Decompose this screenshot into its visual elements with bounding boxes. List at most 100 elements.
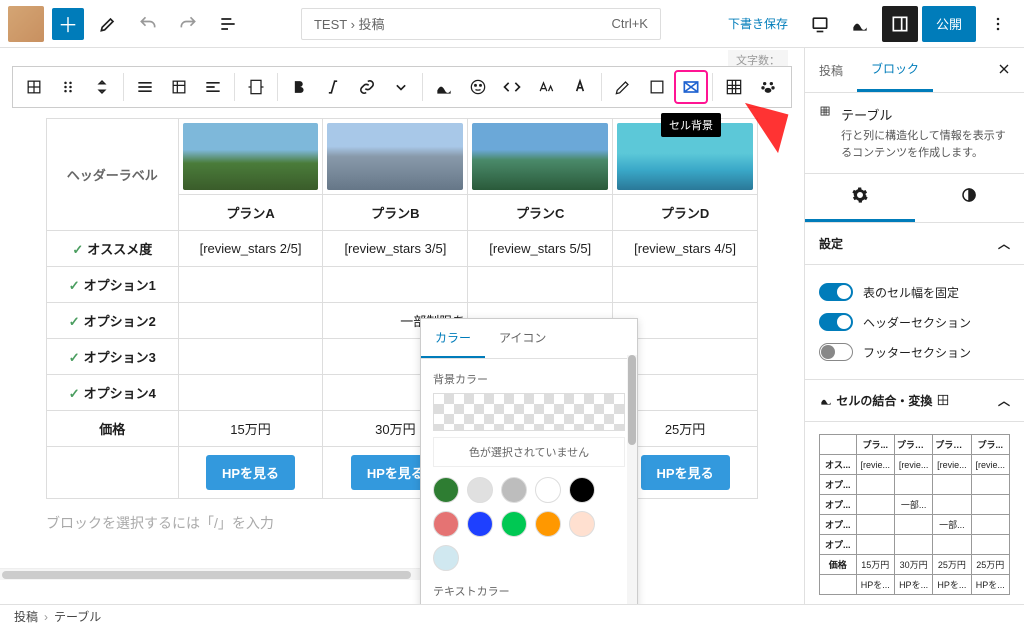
color-swatch[interactable]: [569, 511, 595, 537]
save-draft-button[interactable]: 下書き保存: [718, 9, 798, 38]
table-cell[interactable]: HPを見る: [178, 447, 323, 499]
table-cell[interactable]: 15万円: [178, 411, 323, 447]
popover-scrollbar[interactable]: [627, 355, 637, 604]
table-cell[interactable]: [review_stars 3/5]: [323, 231, 468, 267]
row-header[interactable]: ✓オプション2: [47, 303, 179, 339]
table-cell[interactable]: [178, 339, 323, 375]
bold-icon[interactable]: [282, 70, 316, 104]
edit-icon[interactable]: [92, 8, 124, 40]
sidebar-close-icon[interactable]: [992, 57, 1016, 84]
table-cell[interactable]: [178, 375, 323, 411]
sidebar-subtab-styles[interactable]: [915, 174, 1024, 222]
toggle-fixed-width[interactable]: [819, 283, 853, 301]
plan-name[interactable]: プランB: [323, 195, 468, 231]
table-cell[interactable]: [613, 267, 758, 303]
text-align-icon[interactable]: [196, 70, 230, 104]
plan-name[interactable]: プランD: [613, 195, 758, 231]
cta-button[interactable]: HPを見る: [641, 455, 730, 490]
sidebar-subtab-settings[interactable]: [805, 174, 915, 222]
more-menu-icon[interactable]: [980, 6, 1016, 42]
row-header[interactable]: ✓オプション1: [47, 267, 179, 303]
color-swatch[interactable]: [467, 477, 493, 503]
color-swatch[interactable]: [501, 477, 527, 503]
color-swatch[interactable]: [535, 477, 561, 503]
row-header[interactable]: ✓オプション3: [47, 339, 179, 375]
color-swatch[interactable]: [433, 545, 459, 571]
plan-name[interactable]: プランC: [468, 195, 613, 231]
block-description: 行と列に構造化して情報を表示するコンテンツを作成します。: [841, 128, 1010, 161]
popover-tab-color[interactable]: カラー: [421, 319, 485, 358]
emoji-icon[interactable]: [461, 70, 495, 104]
align-icon[interactable]: [128, 70, 162, 104]
color-swatch[interactable]: [467, 511, 493, 537]
breadcrumb-item[interactable]: テーブル: [54, 608, 101, 625]
move-arrows-icon[interactable]: [85, 70, 119, 104]
italic-icon[interactable]: [316, 70, 350, 104]
plan-image-a[interactable]: [178, 119, 323, 195]
text-color-icon[interactable]: [563, 70, 597, 104]
font-size-icon[interactable]: [529, 70, 563, 104]
breadcrumb-item[interactable]: 投稿: [14, 608, 38, 625]
color-swatch[interactable]: [569, 477, 595, 503]
border-icon[interactable]: [640, 70, 674, 104]
no-color-note: 色が選択されていません: [433, 437, 625, 467]
toggle-header-section[interactable]: [819, 313, 853, 331]
toggle-label: 表のセル幅を固定: [863, 284, 959, 301]
table-cell[interactable]: [47, 447, 179, 499]
color-swatch[interactable]: [433, 511, 459, 537]
toggle-footer-section[interactable]: [819, 343, 853, 361]
color-swatches: [433, 477, 625, 571]
undo-icon[interactable]: [132, 8, 164, 40]
table-grid-icon[interactable]: [717, 70, 751, 104]
plan-image-c[interactable]: [468, 119, 613, 195]
code-icon[interactable]: [495, 70, 529, 104]
table-cell[interactable]: [178, 303, 323, 339]
site-avatar[interactable]: [8, 6, 44, 42]
publish-button[interactable]: 公開: [922, 6, 976, 42]
swell-icon[interactable]: [842, 6, 878, 42]
sidebar-tab-block[interactable]: ブロック: [857, 48, 933, 92]
block-title: テーブル: [841, 105, 1010, 124]
header-label-cell[interactable]: ヘッダーラベル: [47, 119, 179, 231]
row-header[interactable]: 価格: [47, 411, 179, 447]
drag-handle-icon[interactable]: [51, 70, 85, 104]
table-cell[interactable]: [review_stars 5/5]: [468, 231, 613, 267]
add-block-button[interactable]: ＋: [52, 8, 84, 40]
bg-color-preview[interactable]: [433, 393, 625, 431]
document-title-bar[interactable]: TEST › 投稿 Ctrl+K: [301, 8, 661, 40]
pricing-table[interactable]: ヘッダーラベル プランA プランB プランC プランD ✓オススメ度 [revi…: [46, 118, 758, 499]
preview-icon[interactable]: [802, 6, 838, 42]
paw-icon[interactable]: [751, 70, 785, 104]
table-cell[interactable]: [review_stars 2/5]: [178, 231, 323, 267]
block-type-icon[interactable]: [17, 70, 51, 104]
settings-sidebar-toggle[interactable]: [882, 6, 918, 42]
swell-mark-icon[interactable]: [427, 70, 461, 104]
table-cell[interactable]: [178, 267, 323, 303]
sidebar-tab-post[interactable]: 投稿: [805, 50, 857, 91]
plan-image-b[interactable]: [323, 119, 468, 195]
link-icon[interactable]: [350, 70, 384, 104]
redo-icon[interactable]: [172, 8, 204, 40]
table-edit-icon[interactable]: [162, 70, 196, 104]
plan-name[interactable]: プランA: [178, 195, 323, 231]
table-cell[interactable]: [468, 267, 613, 303]
document-title-shortcut: Ctrl+K: [612, 16, 648, 31]
table-cell[interactable]: [review_stars 4/5]: [613, 231, 758, 267]
highlighter-icon[interactable]: [606, 70, 640, 104]
panel-settings-header[interactable]: 設定 ︿: [805, 223, 1024, 265]
popover-tab-icon[interactable]: アイコン: [485, 319, 560, 358]
panel-merge-header[interactable]: セルの結合・変換 ︿: [805, 380, 1024, 422]
document-title-text: TEST › 投稿: [314, 14, 385, 33]
table-cell[interactable]: [323, 267, 468, 303]
cell-background-button[interactable]: [674, 70, 708, 104]
color-swatch[interactable]: [501, 511, 527, 537]
chevron-down-icon[interactable]: [384, 70, 418, 104]
outline-icon[interactable]: [212, 8, 244, 40]
cta-button[interactable]: HPを見る: [206, 455, 295, 490]
color-swatch[interactable]: [535, 511, 561, 537]
row-header[interactable]: ✓オプション4: [47, 375, 179, 411]
block-inserter-placeholder[interactable]: ブロックを選択するには「/」を入力: [0, 499, 804, 533]
column-width-icon[interactable]: [239, 70, 273, 104]
row-header[interactable]: ✓オススメ度: [47, 231, 179, 267]
color-swatch[interactable]: [433, 477, 459, 503]
